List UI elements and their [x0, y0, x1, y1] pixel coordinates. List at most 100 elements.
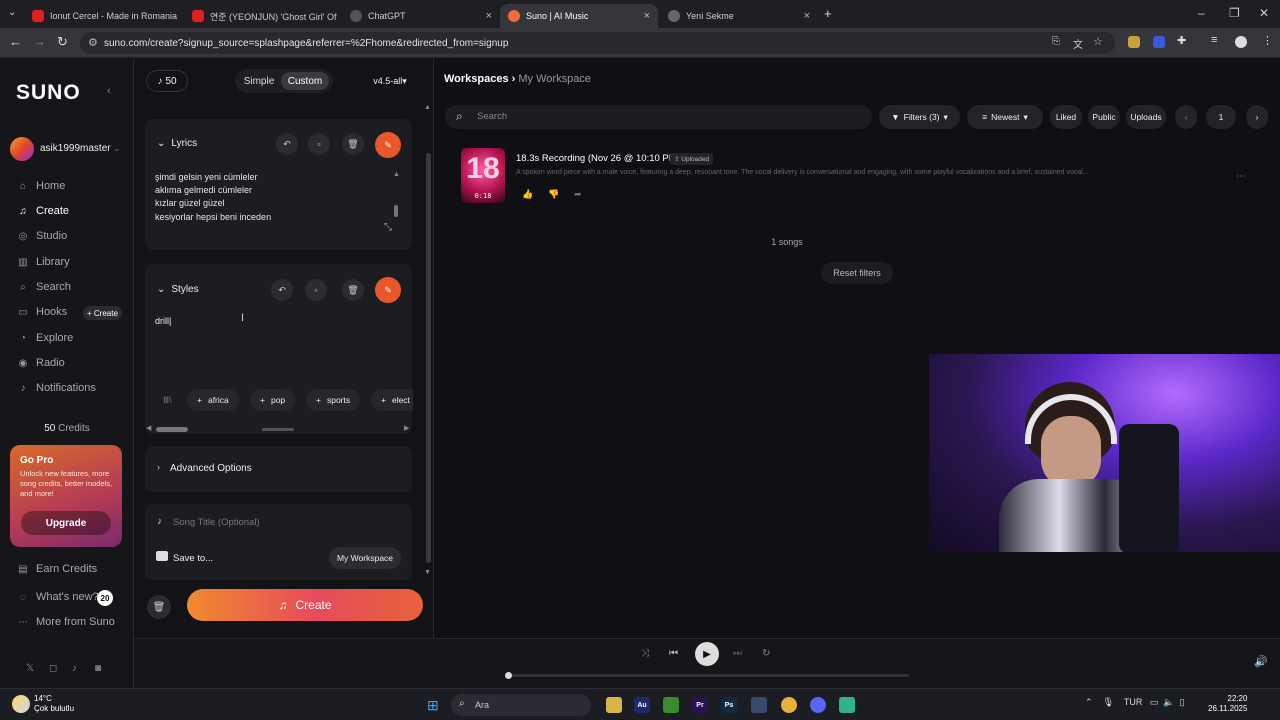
progress-knob[interactable]: [505, 672, 512, 679]
tags-scrollbar-thumb[interactable]: [156, 427, 188, 432]
profile-icon[interactable]: [1235, 36, 1247, 48]
style-tag-chip[interactable]: + sports: [306, 389, 361, 411]
lyric-line[interactable]: aklıma gelmedi cümleler: [155, 185, 252, 195]
lyrics-scrollbar-thumb[interactable]: [394, 205, 398, 217]
app-icon[interactable]: [751, 697, 767, 713]
sidebar-item-whats-new[interactable]: ◌ What's new?: [18, 591, 99, 603]
previous-icon[interactable]: ⏮: [669, 648, 678, 659]
language-indicator[interactable]: TUR: [1124, 697, 1143, 707]
reset-filters-button[interactable]: Reset filters: [821, 262, 893, 284]
undo-button[interactable]: ↶: [271, 279, 293, 301]
advanced-options[interactable]: › Advanced Options: [145, 446, 412, 492]
file-explorer-icon[interactable]: [606, 697, 622, 713]
uploads-filter[interactable]: Uploads: [1126, 105, 1166, 129]
thumbs-up-icon[interactable]: 👍: [522, 189, 533, 200]
instagram-icon[interactable]: ◻: [49, 663, 57, 674]
delete-button[interactable]: 🗑: [342, 133, 364, 155]
more-options-icon[interactable]: ⋯: [1236, 171, 1246, 182]
sidebar-item-create[interactable]: ♫ Create: [18, 205, 69, 217]
upgrade-button[interactable]: Upgrade: [21, 511, 111, 535]
public-filter[interactable]: Public: [1088, 105, 1120, 129]
tab-list-icon[interactable]: ⌄: [8, 7, 16, 18]
reading-list-icon[interactable]: ≡: [1211, 34, 1217, 46]
credits-pill[interactable]: ♪ 50: [146, 70, 188, 92]
scroll-up-arrow[interactable]: ▲: [393, 171, 400, 178]
scroll-down-arrow[interactable]: ▼: [424, 569, 431, 576]
clock[interactable]: 22:20 26.11.2025: [1208, 694, 1247, 714]
collapse-sidebar-icon[interactable]: ‹: [107, 85, 111, 97]
share-icon[interactable]: ➦: [574, 189, 582, 200]
chevron-down-icon[interactable]: ⌄: [113, 143, 121, 154]
new-tab-button[interactable]: +: [824, 6, 832, 21]
sidebar-item-hooks[interactable]: ▭ Hooks: [18, 306, 67, 318]
minimize-icon[interactable]: –: [1198, 6, 1205, 20]
address-bar[interactable]: ⚙ suno.com/create?signup_source=splashpa…: [80, 32, 1115, 54]
sort-select[interactable]: ≡ Newest ▾: [967, 105, 1043, 129]
audition-icon[interactable]: Au: [634, 697, 650, 713]
lyric-line[interactable]: şimdi gelsin yeni cümleler: [155, 172, 258, 182]
reload-icon[interactable]: ↻: [57, 34, 68, 50]
workspace-select[interactable]: My Workspace: [329, 547, 401, 569]
tab-1[interactable]: Ionut Cercel - Made in Romania ×: [24, 4, 184, 28]
back-icon[interactable]: ←: [9, 34, 22, 49]
chrome-icon[interactable]: [781, 697, 797, 713]
install-icon[interactable]: ⎘: [1052, 36, 1060, 47]
tab-5[interactable]: Yeni Sekme ×: [660, 4, 818, 28]
magic-wand-button[interactable]: ✎: [375, 277, 401, 303]
menu-icon[interactable]: ⋮: [1262, 34, 1273, 47]
microphone-icon[interactable]: 🎙: [1103, 697, 1114, 707]
extension-icon[interactable]: [1153, 36, 1165, 48]
hooks-create-button[interactable]: + Create: [83, 306, 122, 320]
mode-custom-button[interactable]: Custom: [281, 72, 329, 90]
song-title-input[interactable]: Song Title (Optional): [173, 517, 260, 528]
extension-icon[interactable]: [1128, 36, 1140, 48]
forward-icon[interactable]: →: [33, 34, 46, 49]
sidebar-item-home[interactable]: ⌂ Home: [18, 180, 65, 192]
x-twitter-icon[interactable]: 𝕏: [26, 663, 34, 674]
song-title[interactable]: 18.3s Recording (Nov 26 @ 10:10 PM): [516, 153, 680, 164]
tab-4[interactable]: Suno | AI Music ×: [500, 4, 658, 28]
style-tag-chip[interactable]: + pop: [250, 389, 296, 411]
tiktok-icon[interactable]: ♪: [72, 663, 77, 674]
premiere-icon[interactable]: Pr: [692, 697, 708, 713]
close-tab-icon[interactable]: ×: [644, 10, 650, 22]
photoshop-icon[interactable]: Ps: [721, 697, 737, 713]
app-icon[interactable]: [839, 697, 855, 713]
extensions-puzzle-icon[interactable]: ✚: [1177, 34, 1186, 47]
network-icon[interactable]: ▭: [1150, 697, 1159, 707]
volume-icon[interactable]: 🔊: [1254, 655, 1268, 668]
sidebar-item-earn-credits[interactable]: ▤ Earn Credits: [18, 563, 97, 575]
sidebar-item-more-from-suno[interactable]: ⋯ More from Suno: [18, 616, 115, 628]
delete-button[interactable]: 🗑: [342, 279, 364, 301]
avatar[interactable]: [10, 137, 34, 161]
style-tag-chip[interactable]: + africa: [187, 389, 239, 411]
search-input[interactable]: ⌕ Search: [445, 105, 872, 129]
sidebar-item-explore[interactable]: ◔ Explore: [18, 332, 73, 344]
undo-button[interactable]: ↶: [276, 133, 298, 155]
copy-button[interactable]: ▫: [308, 133, 330, 155]
filters-button[interactable]: ▼ Filters (3) ▾: [879, 105, 960, 129]
suno-logo[interactable]: SUNO: [16, 81, 81, 105]
translate-icon[interactable]: 文: [1073, 36, 1083, 51]
lyric-line[interactable]: kesiyorlar hepsi beni inceden: [155, 212, 271, 222]
model-select[interactable]: v4.5-all ▾: [364, 69, 416, 93]
shuffle-icon[interactable]: ⤨: [641, 648, 649, 659]
next-icon[interactable]: ⏭: [733, 648, 742, 659]
song-thumbnail[interactable]: 18 0:18: [461, 148, 505, 203]
lyric-line[interactable]: kızlar güzel güzel: [155, 198, 225, 208]
scroll-right-arrow[interactable]: ▶: [404, 424, 409, 432]
next-page-button[interactable]: ›: [1246, 105, 1268, 129]
minecraft-icon[interactable]: [663, 697, 679, 713]
style-tag-chip[interactable]: + elect: [371, 389, 413, 411]
magic-wand-button[interactable]: ✎: [375, 132, 401, 158]
speaker-icon[interactable]: 🔈: [1163, 697, 1174, 707]
battery-icon[interactable]: ▯: [1180, 697, 1185, 707]
thumbs-down-icon[interactable]: 👎: [548, 189, 559, 200]
scroll-up-arrow[interactable]: ▲: [424, 104, 431, 111]
sidebar-item-radio[interactable]: ◉ Radio: [18, 357, 65, 369]
liked-filter[interactable]: Liked: [1050, 105, 1082, 129]
copy-button[interactable]: ▫: [305, 279, 327, 301]
repeat-icon[interactable]: ↻: [762, 648, 770, 659]
close-window-icon[interactable]: ✕: [1259, 6, 1269, 20]
site-info-icon[interactable]: ⚙: [88, 36, 98, 49]
